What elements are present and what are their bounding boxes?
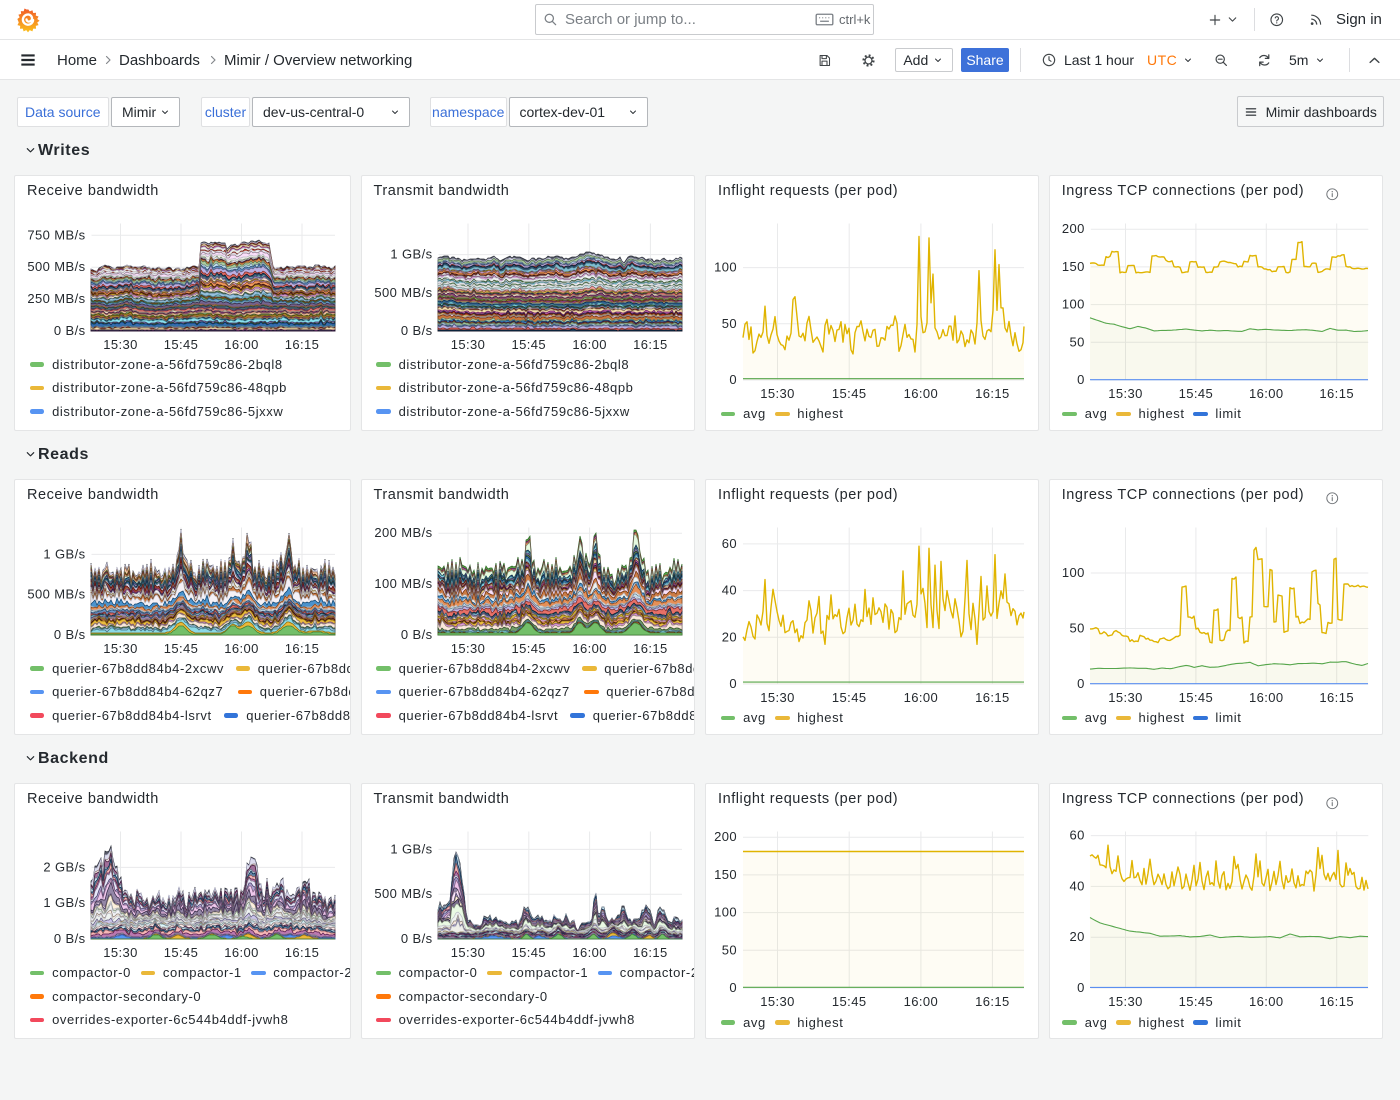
svg-text:16:00: 16:00 [1249,994,1284,1009]
svg-text:60: 60 [722,535,737,550]
svg-text:15:30: 15:30 [760,994,795,1009]
svg-text:16:00: 16:00 [224,945,259,960]
svg-text:250 MB/s: 250 MB/s [27,291,85,306]
svg-text:16:00: 16:00 [572,945,607,960]
svg-text:500 MB/s: 500 MB/s [27,586,85,601]
svg-text:0 B/s: 0 B/s [400,627,432,642]
svg-text:1 GB/s: 1 GB/s [43,895,85,910]
svg-text:16:15: 16:15 [1319,994,1354,1009]
svg-text:15:45: 15:45 [1178,690,1213,705]
svg-text:0: 0 [729,676,737,691]
svg-text:750 MB/s: 750 MB/s [27,227,85,242]
svg-text:16:15: 16:15 [1319,690,1354,705]
svg-text:16:00: 16:00 [224,337,259,352]
svg-text:20: 20 [722,629,737,644]
svg-text:0 B/s: 0 B/s [54,931,86,946]
svg-text:500 MB/s: 500 MB/s [374,886,432,901]
svg-text:0 B/s: 0 B/s [400,931,432,946]
svg-text:16:15: 16:15 [633,337,668,352]
svg-text:2 GB/s: 2 GB/s [43,859,85,874]
svg-text:100: 100 [1062,565,1085,580]
svg-text:150: 150 [714,867,737,882]
svg-text:0: 0 [1077,372,1085,387]
svg-text:200 MB/s: 200 MB/s [374,525,432,540]
svg-text:16:00: 16:00 [572,641,607,656]
svg-text:16:00: 16:00 [1249,386,1284,401]
svg-text:150: 150 [1062,258,1085,273]
svg-text:15:30: 15:30 [760,386,795,401]
svg-text:100: 100 [714,259,737,274]
svg-text:15:45: 15:45 [1178,994,1213,1009]
svg-text:200: 200 [714,829,737,844]
svg-text:0 B/s: 0 B/s [54,627,86,642]
svg-text:16:00: 16:00 [1249,690,1284,705]
svg-text:16:00: 16:00 [224,641,259,656]
svg-text:100 MB/s: 100 MB/s [374,576,432,591]
svg-text:0 B/s: 0 B/s [54,323,86,338]
svg-text:1 GB/s: 1 GB/s [390,246,432,261]
svg-text:16:00: 16:00 [572,337,607,352]
svg-text:100: 100 [714,905,737,920]
svg-text:15:30: 15:30 [103,641,138,656]
svg-text:16:15: 16:15 [1319,386,1354,401]
svg-text:20: 20 [1069,929,1084,944]
svg-text:16:15: 16:15 [975,994,1010,1009]
svg-text:0: 0 [729,980,737,995]
svg-text:15:45: 15:45 [1178,386,1213,401]
svg-text:16:00: 16:00 [904,386,939,401]
svg-text:1 GB/s: 1 GB/s [43,546,85,561]
svg-text:15:45: 15:45 [511,641,546,656]
svg-text:200: 200 [1062,221,1085,236]
svg-text:15:45: 15:45 [832,690,867,705]
svg-text:16:15: 16:15 [285,337,320,352]
svg-text:15:45: 15:45 [832,994,867,1009]
svg-text:15:45: 15:45 [164,337,199,352]
svg-text:16:15: 16:15 [975,386,1010,401]
svg-text:15:30: 15:30 [450,641,485,656]
svg-text:50: 50 [1069,620,1084,635]
svg-text:16:15: 16:15 [285,641,320,656]
svg-text:15:30: 15:30 [1108,690,1143,705]
svg-text:15:45: 15:45 [164,945,199,960]
svg-text:500 MB/s: 500 MB/s [374,284,432,299]
svg-text:16:15: 16:15 [633,641,668,656]
svg-text:1 GB/s: 1 GB/s [390,841,432,856]
svg-text:15:30: 15:30 [450,945,485,960]
svg-text:16:15: 16:15 [975,690,1010,705]
svg-text:16:00: 16:00 [904,690,939,705]
svg-text:15:45: 15:45 [511,945,546,960]
svg-text:50: 50 [722,942,737,957]
svg-text:40: 40 [722,582,737,597]
svg-text:500 MB/s: 500 MB/s [27,259,85,274]
svg-text:100: 100 [1062,296,1085,311]
svg-text:16:00: 16:00 [904,994,939,1009]
svg-text:50: 50 [722,315,737,330]
svg-text:0 B/s: 0 B/s [400,323,432,338]
svg-text:50: 50 [1069,334,1084,349]
svg-text:15:45: 15:45 [164,641,199,656]
svg-text:15:30: 15:30 [1108,386,1143,401]
svg-text:0: 0 [1077,980,1085,995]
svg-text:60: 60 [1069,828,1084,843]
svg-text:40: 40 [1069,878,1084,893]
svg-text:16:15: 16:15 [285,945,320,960]
svg-text:15:30: 15:30 [103,945,138,960]
svg-text:16:15: 16:15 [633,945,668,960]
svg-text:15:45: 15:45 [832,386,867,401]
svg-text:15:30: 15:30 [1108,994,1143,1009]
svg-text:0: 0 [1077,676,1085,691]
svg-text:15:30: 15:30 [450,337,485,352]
svg-text:15:45: 15:45 [511,337,546,352]
svg-text:15:30: 15:30 [103,337,138,352]
svg-text:0: 0 [729,372,737,387]
svg-text:15:30: 15:30 [760,690,795,705]
